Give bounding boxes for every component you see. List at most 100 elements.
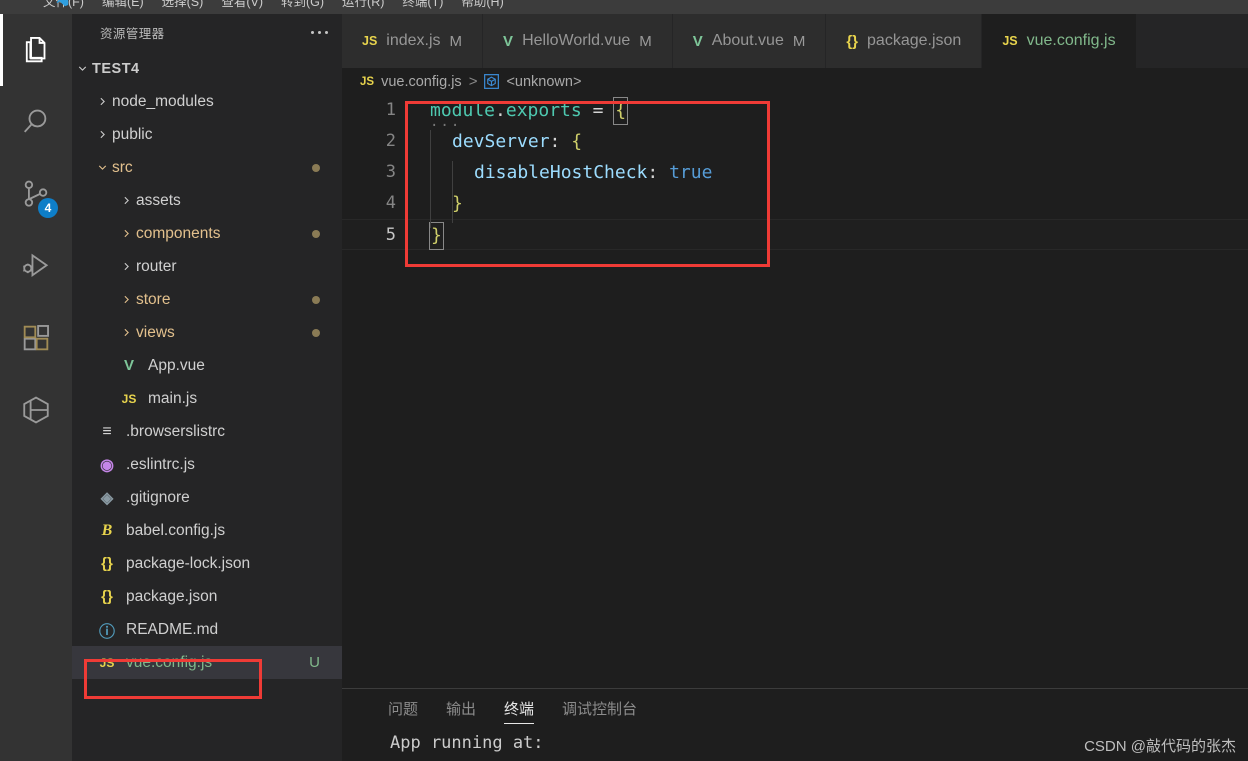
- menu-item-run[interactable]: 运行(R): [333, 0, 393, 14]
- tree-item-src[interactable]: src: [72, 151, 342, 184]
- panel-tab-output[interactable]: 输出: [432, 689, 490, 731]
- activity-item-explorer[interactable]: [0, 14, 72, 86]
- tree-item-label: .eslintrc.js: [126, 455, 195, 473]
- tree-item-babel-config-js[interactable]: B babel.config.js: [72, 514, 342, 547]
- line-text: disableHostCheck: true: [412, 157, 1248, 188]
- tree-item-views[interactable]: views: [72, 316, 342, 349]
- tree-item-label: .browserslistrc: [126, 422, 226, 440]
- activity-item-run-and-debug[interactable]: [0, 230, 72, 302]
- tree-item-vue-config-js[interactable]: JS vue.config.js U: [72, 646, 342, 679]
- vue-icon: V: [503, 32, 514, 50]
- cube-icon: [23, 396, 49, 424]
- explorer-more-actions-icon[interactable]: [311, 30, 328, 34]
- tree-item-label: main.js: [148, 389, 198, 407]
- tree-item-node_modules[interactable]: node_modules: [72, 85, 342, 118]
- tree-item-readme-md[interactable]: ⓘ README.md: [72, 613, 342, 646]
- tree-item-public[interactable]: public: [72, 118, 342, 151]
- list-icon: ≡: [102, 422, 112, 440]
- token-devserver-key: devServer: [452, 131, 550, 152]
- editor-tab-bar: JS index.js M V HelloWorld.vue M V About…: [342, 14, 1248, 68]
- breadcrumb-symbol[interactable]: <unknown>: [506, 74, 581, 90]
- activity-item-remote-explorer[interactable]: [0, 374, 72, 446]
- tree-item-label: node_modules: [112, 92, 214, 110]
- tab-label: HelloWorld.vue: [522, 32, 631, 49]
- file-tree: TEST4 node_modules public src assets com…: [72, 50, 342, 679]
- watermark: CSDN @敲代码的张杰: [1084, 738, 1236, 755]
- code-line-4: 4 }: [342, 188, 1248, 219]
- json-icon: {}: [846, 32, 859, 50]
- tree-item-components[interactable]: components: [72, 217, 342, 250]
- panel-tab-debug-console[interactable]: 调试控制台: [548, 689, 651, 731]
- tab-vue-config-js[interactable]: JS vue.config.js: [982, 14, 1137, 68]
- tree-item-app-vue[interactable]: V App.vue: [72, 349, 342, 382]
- chevron-right-icon: [92, 95, 112, 108]
- tree-item-gitignore[interactable]: ◈ .gitignore: [72, 481, 342, 514]
- activity-item-source-control[interactable]: 4: [0, 158, 72, 230]
- tab-package-json[interactable]: {} package.json: [826, 14, 983, 68]
- tree-item-label: App.vue: [148, 356, 205, 374]
- line-number: 2: [385, 131, 396, 151]
- code-line-3: 3 disableHostCheck: true: [342, 157, 1248, 188]
- token-open-brace: {: [571, 131, 583, 152]
- chevron-down-icon: [92, 161, 112, 174]
- tree-item-assets[interactable]: assets: [72, 184, 342, 217]
- tab-label: package.json: [867, 32, 962, 49]
- explorer-header: 资源管理器: [72, 14, 342, 50]
- chevron-down-icon: [72, 62, 92, 75]
- tree-item-main-js[interactable]: JS main.js: [72, 382, 342, 415]
- tree-item-label: babel.config.js: [126, 521, 226, 539]
- activity-item-search[interactable]: [0, 86, 72, 158]
- tab-about-vue[interactable]: V About.vue M: [672, 14, 827, 68]
- activity-item-extensions[interactable]: [0, 302, 72, 374]
- tree-root-test4[interactable]: TEST4: [72, 52, 342, 85]
- token-close-brace: }: [452, 193, 463, 214]
- tree-item-eslintrc-js[interactable]: ◉ .eslintrc.js: [72, 448, 342, 481]
- code-editor[interactable]: 1 module.exports = { 2 devServer: { 3 di…: [342, 95, 1248, 688]
- panel-tab-problems[interactable]: 问题: [374, 689, 432, 731]
- tree-item-package-json[interactable]: {} package.json: [72, 580, 342, 613]
- tree-item-router[interactable]: router: [72, 250, 342, 283]
- tab-modified-flag: M: [639, 32, 652, 50]
- panel-tab-bar: 问题 输出 终端 调试控制台: [342, 689, 1248, 731]
- tab-label: index.js: [386, 32, 441, 49]
- js-icon: JS: [360, 75, 375, 88]
- tab-index-js[interactable]: JS index.js M: [342, 14, 484, 68]
- tree-item-label: package-lock.json: [126, 554, 251, 572]
- menu-item-go[interactable]: 转到(G): [272, 0, 333, 14]
- breadcrumb-separator: >: [468, 73, 478, 90]
- git-modified-dot: [312, 229, 320, 238]
- menu-item-edit[interactable]: 编辑(E): [93, 0, 153, 14]
- tree-item-label: package.json: [126, 587, 218, 605]
- js-icon: JS: [362, 34, 378, 48]
- menu-bar: 文件(F) 编辑(E) 选择(S) 查看(V) 转到(G) 运行(R) 终端(T…: [0, 0, 1248, 14]
- menu-item-help[interactable]: 帮助(H): [452, 0, 512, 14]
- tree-item-package-lock-json[interactable]: {} package-lock.json: [72, 547, 342, 580]
- token-exports: exports: [505, 100, 582, 121]
- tree-item-store[interactable]: store: [72, 283, 342, 316]
- token-disablehostcheck-key: disableHostCheck: [474, 162, 648, 183]
- token-equals: =: [581, 100, 615, 121]
- chevron-right-icon: [116, 194, 136, 207]
- tree-item-label: src: [112, 158, 133, 176]
- tree-item-label: router: [136, 257, 177, 275]
- menu-item-view[interactable]: 查看(V): [212, 0, 272, 14]
- explorer-sidebar: 资源管理器 TEST4 node_modules public src asse…: [72, 14, 342, 761]
- fold-indicator[interactable]: ···: [430, 111, 461, 142]
- panel-tab-terminal[interactable]: 终端: [490, 689, 548, 731]
- line-number: 1: [385, 100, 396, 120]
- breadcrumb-file[interactable]: vue.config.js: [381, 74, 462, 90]
- tab-label: About.vue: [711, 32, 784, 49]
- git-untracked-badge: U: [309, 654, 320, 671]
- chevron-right-icon: [116, 260, 136, 273]
- indent-guide: [452, 161, 453, 223]
- tree-item-label: views: [136, 323, 175, 341]
- menu-item-terminal[interactable]: 终端(T): [393, 0, 452, 14]
- source-control-badge: 4: [38, 198, 58, 218]
- menu-bar-items: 文件(F) 编辑(E) 选择(S) 查看(V) 转到(G) 运行(R) 终端(T…: [0, 0, 1248, 14]
- tree-root-label: TEST4: [92, 60, 140, 77]
- tree-item-browserslistrc[interactable]: ≡ .browserslistrc: [72, 415, 342, 448]
- chevron-right-icon: [116, 293, 136, 306]
- tab-helloworld-vue[interactable]: V HelloWorld.vue M: [483, 14, 673, 68]
- menu-item-selection[interactable]: 选择(S): [153, 0, 213, 14]
- git-modified-dot: [312, 328, 320, 337]
